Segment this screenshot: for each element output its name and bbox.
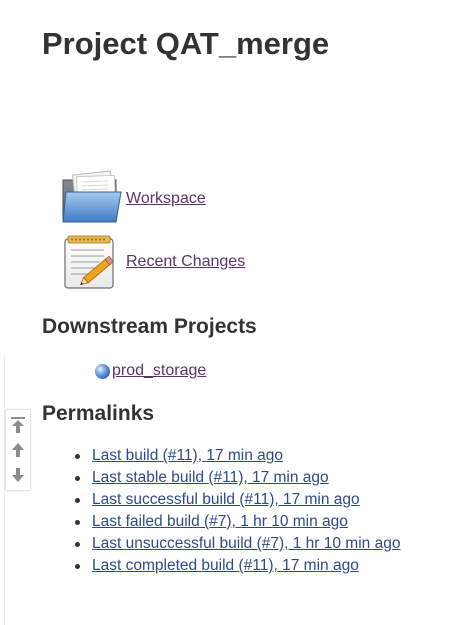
scroll-to-top-icon[interactable]: [10, 416, 26, 434]
permalink-item: Last successful build (#11), 17 min ago: [73, 489, 400, 511]
permalink-item: Last stable build (#11), 17 min ago: [73, 467, 400, 489]
downstream-project-item[interactable]: prod_storage: [95, 362, 206, 380]
bullet-icon: [75, 564, 80, 569]
recent-changes-link[interactable]: Recent Changes: [126, 253, 245, 271]
last-completed-build-link[interactable]: Last completed build (#11), 17 min ago: [92, 557, 359, 574]
last-build-link[interactable]: Last build (#11), 17 min ago: [92, 447, 283, 464]
permalinks-heading: Permalinks: [42, 402, 155, 425]
permalinks-list: Last build (#11), 17 min ago Last stable…: [73, 445, 400, 577]
permalink-item: Last failed build (#7), 1 hr 10 min ago: [73, 511, 400, 533]
notepad-icon: [60, 233, 124, 291]
permalink-item: Last unsuccessful build (#7), 1 hr 10 mi…: [73, 533, 400, 555]
bullet-icon: [75, 542, 80, 547]
bullet-icon: [75, 498, 80, 503]
last-stable-build-link[interactable]: Last stable build (#11), 17 min ago: [92, 469, 329, 486]
downstream-projects-heading: Downstream Projects: [42, 315, 257, 338]
left-panel-edge: [0, 355, 5, 625]
task-workspace[interactable]: Workspace: [60, 170, 206, 228]
page: Project QAT_merge Workspace Recent Chang…: [0, 0, 461, 625]
task-recent-changes[interactable]: Recent Changes: [60, 233, 245, 291]
last-unsuccessful-build-link[interactable]: Last unsuccessful build (#7), 1 hr 10 mi…: [92, 535, 400, 552]
workspace-link[interactable]: Workspace: [126, 190, 206, 208]
scroll-up-icon[interactable]: [10, 441, 26, 459]
bullet-icon: [75, 520, 80, 525]
scroll-widget: [5, 409, 31, 491]
permalink-item: Last build (#11), 17 min ago: [73, 445, 400, 467]
blue-ball-icon: [95, 363, 110, 379]
last-successful-build-link[interactable]: Last successful build (#11), 17 min ago: [92, 491, 360, 508]
bullet-icon: [75, 454, 80, 459]
prod-storage-link[interactable]: prod_storage: [112, 362, 206, 380]
last-failed-build-link[interactable]: Last failed build (#7), 1 hr 10 min ago: [92, 513, 348, 530]
permalink-item: Last completed build (#11), 17 min ago: [73, 555, 400, 577]
folder-icon: [60, 170, 124, 228]
bullet-icon: [75, 476, 80, 481]
page-title: Project QAT_merge: [42, 26, 330, 61]
scroll-down-icon[interactable]: [10, 466, 26, 484]
